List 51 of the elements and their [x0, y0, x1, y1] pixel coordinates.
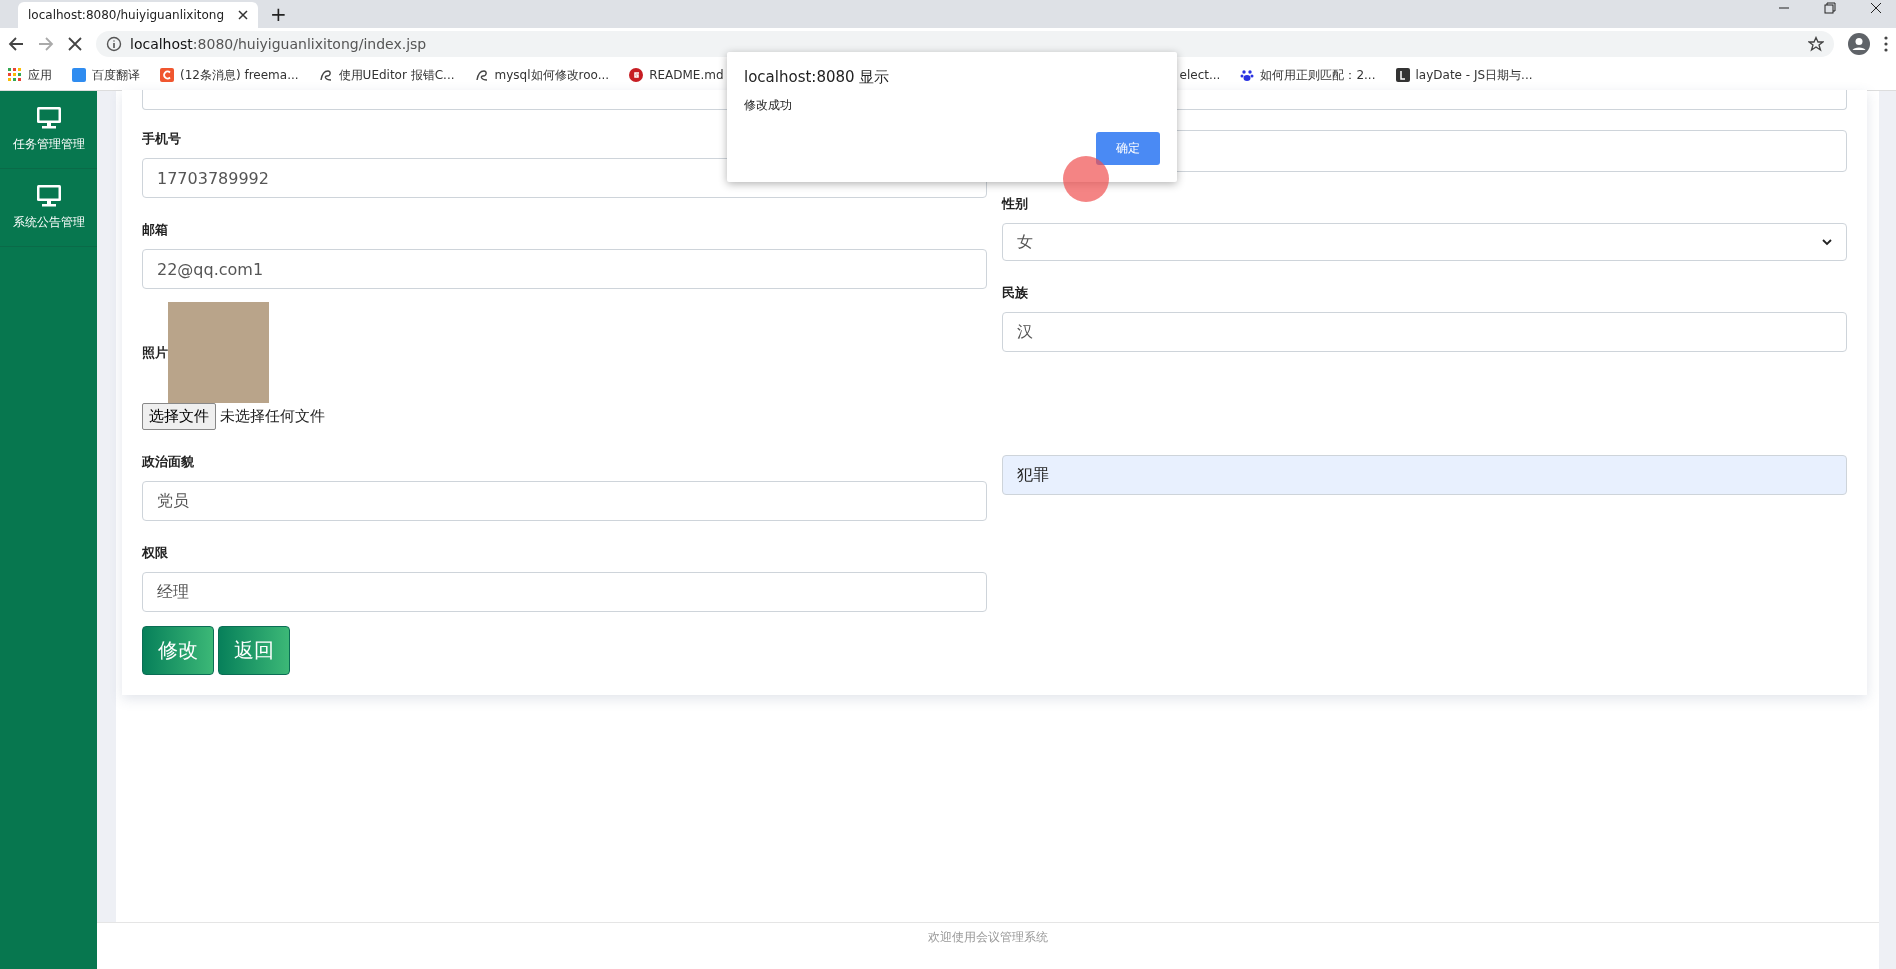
input-field[interactable]: 经理 [142, 572, 987, 612]
dialog-message: 修改成功 [744, 97, 793, 114]
choose-file-button[interactable]: 选择文件 [142, 403, 216, 430]
g-logo-icon[interactable] [629, 68, 644, 82]
bookmark-link[interactable]: 如何用正则匹配：2... [1260, 66, 1376, 84]
monitor-icon [35, 106, 62, 130]
select-field[interactable]: 女 [1002, 223, 1847, 261]
field-label: 性别 [1002, 195, 1029, 213]
field-label: 民族 [1002, 284, 1029, 302]
info-icon[interactable] [106, 36, 122, 52]
dialog-title: localhost:8080 显示 [744, 68, 891, 87]
address-field[interactable]: localhost:8080/huiyiguanlixitong/index.jsp [96, 31, 1834, 57]
swirl-icon[interactable] [474, 68, 489, 82]
input-field[interactable]: 22@qq.com1 [142, 249, 987, 289]
bookmark-link[interactable]: layDate - JS日期与... [1415, 66, 1533, 84]
input-field[interactable]: 犯罪 [1002, 455, 1847, 495]
paw-icon[interactable] [1240, 68, 1255, 82]
form-button[interactable]: 修改 [142, 626, 214, 675]
field-label: 照片 [142, 343, 168, 362]
input-field[interactable]: 汉 [1002, 312, 1847, 352]
browser-tab[interactable]: localhost:8080/huiyiguanlixitong [18, 2, 258, 28]
bookmark-link[interactable]: (12条消息) freema... [180, 66, 299, 84]
restore-icon[interactable] [1824, 2, 1836, 14]
bookmark-link[interactable]: 百度翻译 [92, 66, 140, 84]
swirl-icon[interactable] [318, 68, 333, 82]
c-logo-icon[interactable] [160, 68, 174, 82]
bookmark-link[interactable]: 使用UEditor 报错C... [338, 66, 455, 84]
field-label: 权限 [142, 544, 169, 562]
form-button[interactable]: 返回 [218, 626, 290, 675]
bookmark-link[interactable]: README.md [649, 68, 724, 82]
close-icon[interactable] [1870, 2, 1882, 14]
back-arrow-icon[interactable] [8, 36, 24, 52]
field-label: 政治面貌 [142, 453, 195, 471]
bookmark-link[interactable]: mysql如何修改roo... [494, 66, 610, 84]
stop-icon[interactable] [68, 37, 82, 51]
field-label: 手机号 [142, 130, 182, 148]
apps-grid-icon[interactable] [8, 68, 22, 82]
account-icon[interactable] [1848, 33, 1870, 55]
close-icon[interactable] [238, 10, 248, 20]
star-icon[interactable] [1808, 36, 1824, 52]
bookmark-link[interactable]: 应用 [28, 66, 52, 84]
new-tab-button[interactable]: + [270, 2, 287, 26]
field-label: 邮箱 [142, 221, 169, 239]
chevron-down-icon [1822, 238, 1832, 246]
bookmark-link[interactable]: elect... [1179, 68, 1221, 82]
laydate-logo-icon[interactable] [1395, 68, 1410, 82]
monitor-icon [35, 184, 62, 208]
footer-text: 欢迎使用会议管理系统 [928, 929, 1048, 946]
file-status-text: 未选择任何文件 [220, 407, 325, 426]
menu-icon[interactable] [1884, 36, 1888, 52]
input-field[interactable]: 党员 [142, 481, 987, 521]
